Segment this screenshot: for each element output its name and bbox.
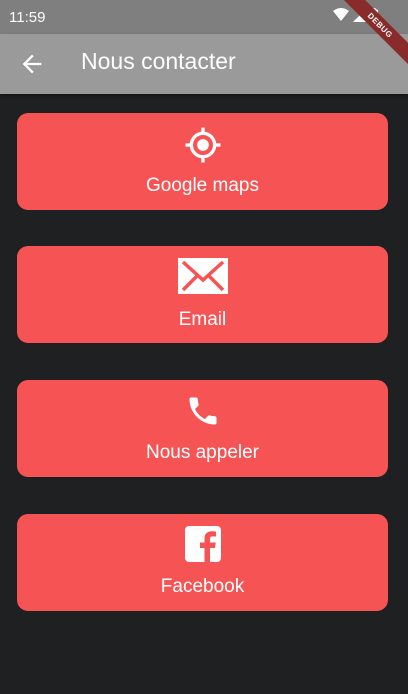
call-button[interactable]: Nous appeler — [17, 380, 388, 477]
email-label: Email — [178, 309, 227, 330]
mail-icon — [177, 258, 228, 294]
facebook-button[interactable]: Facebook — [17, 514, 388, 611]
facebook-icon — [184, 526, 221, 562]
arrow-back-icon[interactable] — [18, 50, 46, 78]
email-button[interactable]: Email — [17, 246, 388, 343]
phone-icon — [189, 397, 216, 425]
call-label: Nous appeler — [145, 442, 260, 463]
location-target-icon — [185, 127, 220, 163]
page-title: Nous contacter — [81, 48, 236, 74]
status-bar: 11:59 — [0, 0, 408, 34]
wifi-icon — [333, 8, 349, 21]
facebook-label: Facebook — [160, 576, 245, 597]
google-maps-button[interactable]: Google maps — [17, 113, 388, 210]
google-maps-label: Google maps — [145, 175, 259, 196]
app-bar: Nous contacter — [0, 34, 408, 94]
status-time: 11:59 — [9, 9, 46, 26]
